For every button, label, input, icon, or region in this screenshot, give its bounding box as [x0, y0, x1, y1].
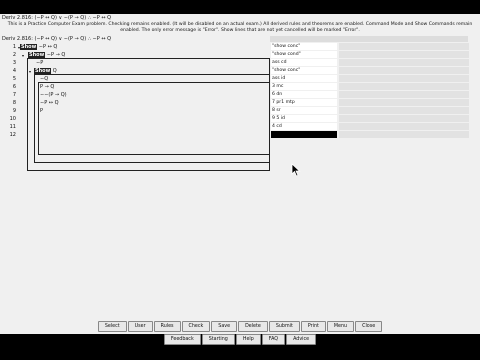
line-annotation-cell: [339, 51, 469, 58]
line-annotation-cell: [339, 123, 469, 130]
line-annotation-cell: [339, 115, 469, 122]
window-title: Deriv 2.816: (∼P ↔ Q) ∨ ∼(P → Q) ∴ ∼P ↔ …: [2, 15, 112, 21]
line-statement[interactable]: P → Q: [40, 84, 54, 90]
line-annotation-cell: [339, 43, 469, 50]
derivation-row[interactable]: 3 ∼P ass cd: [0, 59, 480, 67]
line-number: 4: [12, 68, 16, 74]
line-statement[interactable]: P: [40, 108, 43, 114]
derivation-row[interactable]: 2 ▾ Show ∼P → Q "show cond": [0, 51, 480, 59]
justification-field[interactable]: ass id: [271, 75, 337, 82]
info-line-2: enabled. The only error message is "Erro…: [120, 27, 360, 33]
derivation-row[interactable]: 10 9 5 id: [0, 115, 480, 123]
video-frame: Deriv 2.816: (∼P ↔ Q) ∨ ∼(P → Q) ∴ ∼P ↔ …: [0, 0, 480, 360]
header-spacer: [270, 36, 468, 42]
line-annotation-cell: [339, 67, 469, 74]
derivation-row[interactable]: 6 P → Q 3 mc: [0, 83, 480, 91]
justification-field[interactable]: 8 sr: [271, 107, 337, 114]
line-number: 6: [12, 84, 16, 90]
justification-field[interactable]: "show cond": [271, 51, 337, 58]
justification-field[interactable]: 6 dn: [271, 91, 337, 98]
line-annotation-cell: [339, 107, 469, 114]
justification-field[interactable]: 4 cd: [271, 123, 337, 130]
collapse-toggle-icon[interactable]: ▾: [22, 53, 24, 58]
derivation-row[interactable]: 12: [0, 131, 480, 139]
justification-field[interactable]: 7 pr1 mtp: [271, 99, 337, 106]
help-button[interactable]: Help: [235, 334, 261, 345]
derivation-window: Deriv 2.816: (∼P ↔ Q) ∨ ∼(P → Q) ∴ ∼P ↔ …: [0, 14, 480, 345]
line-annotation-cell: [339, 75, 469, 82]
mouse-pointer-icon: [291, 163, 301, 177]
derivation-row[interactable]: 7 ∼∼(P → Q) 6 dn: [0, 91, 480, 99]
collapse-toggle-icon[interactable]: ▾: [29, 69, 31, 74]
justification-field[interactable]: 9 5 id: [271, 115, 337, 122]
line-annotation-cell: [339, 131, 469, 138]
line-number: 5: [12, 76, 16, 82]
line-annotation-cell: [339, 91, 469, 98]
line-statement[interactable]: ∼P ↔ Q: [40, 100, 59, 106]
justification-field[interactable]: 3 mc: [271, 83, 337, 90]
line-number: 1: [12, 44, 16, 50]
line-number: 11: [9, 124, 16, 130]
show-keyword: Show: [20, 44, 38, 50]
line-number: 9: [12, 108, 16, 114]
justification-field[interactable]: "show conc": [271, 43, 337, 50]
line-number: 7: [12, 92, 16, 98]
derivation-row[interactable]: 8 ∼P ↔ Q 7 pr1 mtp: [0, 99, 480, 107]
faq-button[interactable]: FAQ: [261, 334, 286, 345]
line-number: 8: [12, 100, 16, 106]
justification-field[interactable]: "show conc": [271, 67, 337, 74]
info-panel: This is a Practice Computer Exam problem…: [0, 22, 480, 33]
line-number: 12: [9, 132, 16, 138]
feedback-button[interactable]: Feedback: [163, 334, 201, 345]
line-statement[interactable]: ∼∼(P → Q): [40, 92, 67, 98]
line-number: 3: [12, 60, 16, 66]
justification-field[interactable]: ass cd: [271, 59, 337, 66]
line-statement[interactable]: ∼Q: [40, 76, 48, 82]
line-statement[interactable]: ∼P: [36, 60, 43, 66]
derivation-row[interactable]: 1 ▾ Show ∼P ↔ Q "show conc": [0, 43, 480, 51]
line-statement[interactable]: Show ∼P ↔ Q: [20, 44, 57, 50]
line-annotation-cell: [339, 99, 469, 106]
line-number: 2: [12, 52, 16, 58]
derivation-row[interactable]: 4 ▾ Show Q "show conc": [0, 67, 480, 75]
starting-button[interactable]: Starting: [201, 334, 235, 345]
line-annotation-cell: [339, 59, 469, 66]
show-keyword: Show: [34, 68, 52, 74]
help-toolbar: Feedback Starting Help FAQ Advice: [0, 325, 480, 345]
line-number: 10: [9, 116, 16, 122]
problem-header: Deriv 2.816: (∼P ↔ Q) ∨ ∼(P → Q) ∴ ∼P ↔ …: [2, 36, 112, 42]
line-statement[interactable]: Show Q: [34, 68, 57, 74]
derivation-row[interactable]: 5 ∼Q ass id: [0, 75, 480, 83]
derivation-row[interactable]: 11 4 cd: [0, 123, 480, 131]
show-keyword: Show: [28, 52, 46, 58]
advice-button[interactable]: Advice: [286, 334, 317, 345]
derivation-row[interactable]: 9 P 8 sr: [0, 107, 480, 115]
justification-field-active[interactable]: [271, 131, 337, 138]
line-statement[interactable]: Show ∼P → Q: [28, 52, 65, 58]
line-annotation-cell: [339, 83, 469, 90]
info-line-1: This is a Practice Computer Exam problem…: [7, 22, 473, 27]
